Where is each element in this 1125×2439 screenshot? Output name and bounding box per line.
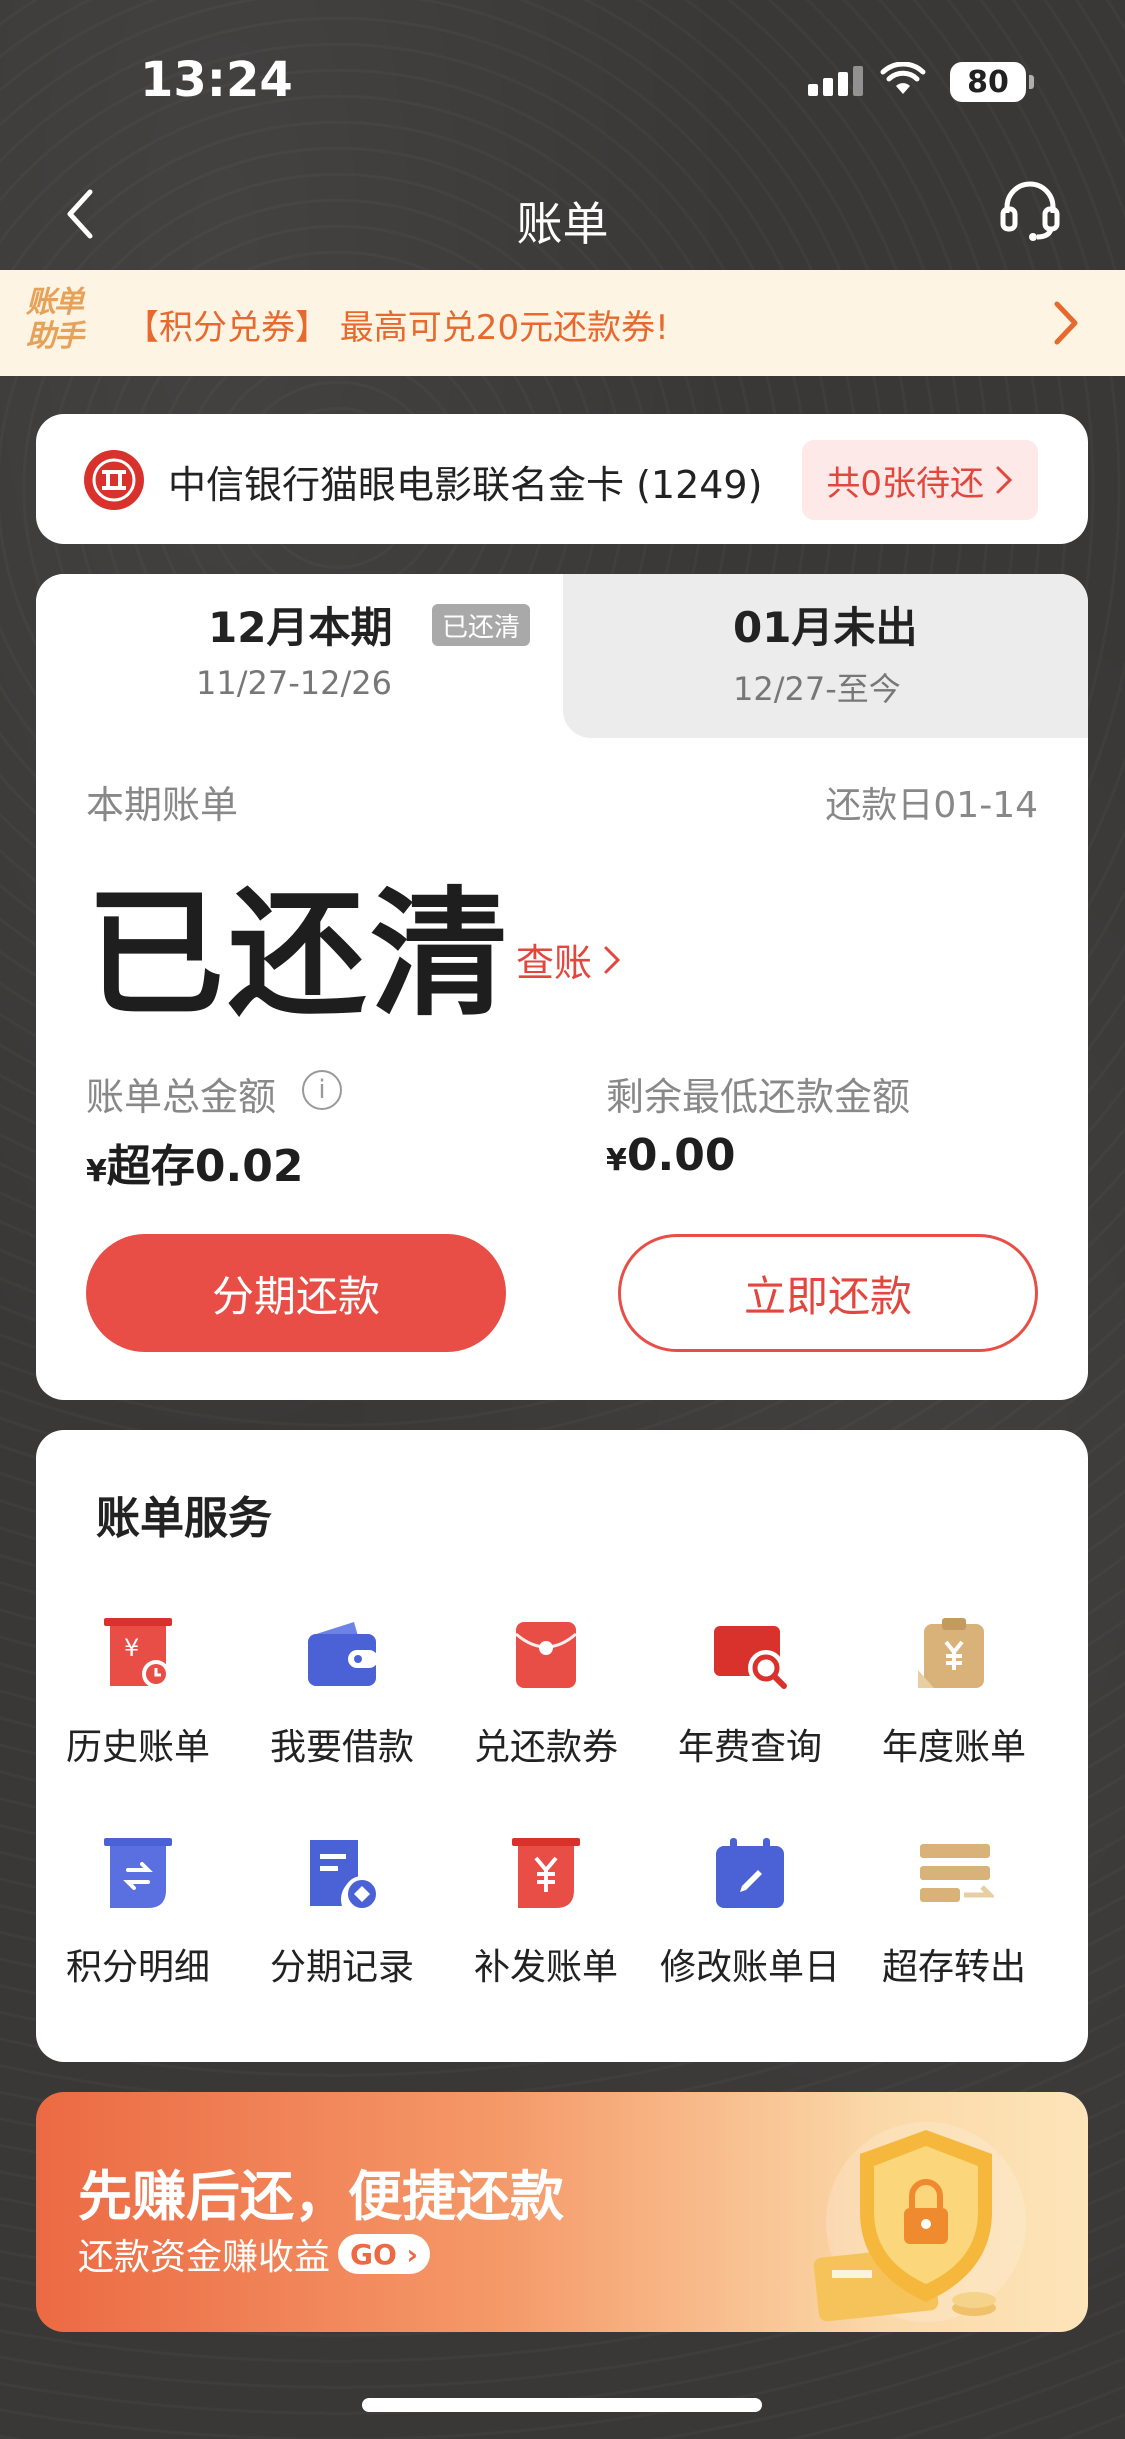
status-bar: 13:24 80 xyxy=(0,0,1125,160)
service-label: 积分明细 xyxy=(65,1947,210,1988)
bill-status: 已还清 xyxy=(86,874,513,1035)
min-yen: ¥ xyxy=(606,1143,627,1178)
service-label: 年度账单 xyxy=(881,1727,1026,1768)
total-amount-label: 账单总金额 xyxy=(86,1075,277,1119)
service-label: 兑还款券 xyxy=(473,1727,618,1768)
status-time: 13:24 xyxy=(140,52,293,108)
clipboard-yen-icon xyxy=(918,1618,984,1688)
card-search-icon xyxy=(714,1626,787,1689)
wifi-icon xyxy=(880,62,926,94)
banner-title: 先赚后还，便捷还款 xyxy=(78,2165,564,2228)
points-detail-icon xyxy=(104,1838,172,1908)
service-history-bill[interactable]: ¥ 历史账单 xyxy=(36,1614,240,1814)
installment-record-icon xyxy=(310,1840,380,1912)
tab-next-period[interactable]: 01月未出 12/27-至今 xyxy=(563,574,1088,738)
customer-service-button[interactable] xyxy=(990,170,1070,250)
page-title: 账单 xyxy=(516,197,609,251)
tab-next-title: 01月未出 xyxy=(733,603,918,652)
home-indicator xyxy=(362,2398,762,2412)
paid-badge: 已还清 xyxy=(432,604,531,646)
history-bill-icon: ¥ xyxy=(104,1618,172,1688)
tab-next-range: 12/27-至今 xyxy=(733,670,901,708)
service-modify-bill-date[interactable]: 修改账单日 xyxy=(648,1834,852,2034)
bill-card: 12月本期 已还清 11/27-12/26 01月未出 12/27-至今 本期账… xyxy=(36,574,1088,1400)
cellular-signal-icon xyxy=(808,66,863,96)
total-value: 超存0.02 xyxy=(106,1141,304,1192)
pending-cards-button[interactable]: 共0张待还 xyxy=(802,440,1038,520)
card-name: 中信银行猫眼电影联名金卡 (1249) xyxy=(168,463,763,507)
bill-services-card: 账单服务 ¥ 历史账单 我要借款 兑还款券 年费查询 年度账单 积分明细 分期记… xyxy=(36,1430,1088,2062)
chevron-right-icon xyxy=(996,466,1013,494)
service-installment-record[interactable]: 分期记录 xyxy=(240,1834,444,2034)
promo-text: 【积分兑券】 最高可兑20元还款券! xyxy=(125,308,669,348)
min-value: 0.00 xyxy=(626,1130,736,1181)
tab-current-range: 11/27-12/26 xyxy=(196,664,392,702)
nav-bar: 账单 xyxy=(0,160,1125,270)
service-label: 补发账单 xyxy=(473,1947,618,1988)
check-bill-label: 查账 xyxy=(516,941,593,985)
installment-repay-button[interactable]: 分期还款 xyxy=(86,1234,506,1352)
battery-icon: 80 xyxy=(950,62,1034,102)
min-repay-label: 剩余最低还款金额 xyxy=(606,1075,911,1119)
services-title: 账单服务 xyxy=(96,1493,272,1544)
citic-bank-logo-icon xyxy=(84,450,144,510)
min-repay-amount: ¥0.00 xyxy=(606,1130,735,1181)
service-label: 我要借款 xyxy=(269,1727,414,1768)
headset-icon xyxy=(1000,181,1060,241)
shield-lock-illustration-icon xyxy=(813,2122,1026,2322)
reissue-bill-icon xyxy=(512,1838,580,1908)
svg-text:¥: ¥ xyxy=(124,1634,139,1662)
due-date: 还款日01-14 xyxy=(825,785,1038,826)
service-transfer-out[interactable]: 超存转出 xyxy=(852,1834,1056,2034)
service-label: 修改账单日 xyxy=(659,1947,840,1988)
period-bill-label: 本期账单 xyxy=(86,783,239,827)
wallet-icon xyxy=(308,1622,378,1686)
calendar-edit-icon xyxy=(716,1838,784,1908)
service-label: 历史账单 xyxy=(65,1727,210,1768)
total-amount: ¥超存0.02 xyxy=(86,1130,303,1194)
transfer-out-icon xyxy=(920,1844,994,1902)
service-label: 超存转出 xyxy=(881,1947,1026,1988)
service-reissue-bill[interactable]: 补发账单 xyxy=(444,1834,648,2034)
go-label: GO xyxy=(350,2237,397,2271)
service-annual-bill[interactable]: 年度账单 xyxy=(852,1614,1056,1814)
total-yen: ¥ xyxy=(86,1154,107,1189)
red-envelope-icon xyxy=(515,1622,577,1688)
pending-cards-label: 共0张待还 xyxy=(826,463,984,504)
card-selector[interactable]: 中信银行猫眼电影联名金卡 (1249) 共0张待还 xyxy=(36,414,1088,544)
service-label: 分期记录 xyxy=(269,1947,414,1988)
tab-current-title: 12月本期 xyxy=(208,603,393,652)
chevron-right-icon xyxy=(604,946,621,973)
bill-assistant-logo: 账单助手 xyxy=(26,285,84,354)
banner-subtitle: 还款资金赚收益 xyxy=(78,2237,331,2278)
repay-now-button[interactable]: 立即还款 xyxy=(618,1234,1038,1352)
info-icon[interactable]: i xyxy=(302,1070,342,1110)
earn-then-repay-banner[interactable]: 先赚后还，便捷还款 还款资金赚收益 GO › xyxy=(36,2092,1088,2332)
service-annual-fee[interactable]: 年费查询 xyxy=(648,1614,852,1814)
tab-current-period[interactable]: 12月本期 已还清 11/27-12/26 xyxy=(36,574,563,738)
banner-subtitle-row: 还款资金赚收益 GO › xyxy=(78,2228,431,2280)
service-borrow[interactable]: 我要借款 xyxy=(240,1614,444,1814)
check-bill-link[interactable]: 查账 xyxy=(516,932,622,987)
go-button[interactable]: GO › xyxy=(338,2234,431,2274)
service-label: 年费查询 xyxy=(677,1727,822,1768)
service-points-detail[interactable]: 积分明细 xyxy=(36,1834,240,2034)
chevron-right-icon xyxy=(1054,301,1078,345)
promo-banner[interactable]: 账单助手 【积分兑券】 最高可兑20元还款券! xyxy=(0,270,1125,376)
service-redeem-coupon[interactable]: 兑还款券 xyxy=(444,1614,648,1814)
